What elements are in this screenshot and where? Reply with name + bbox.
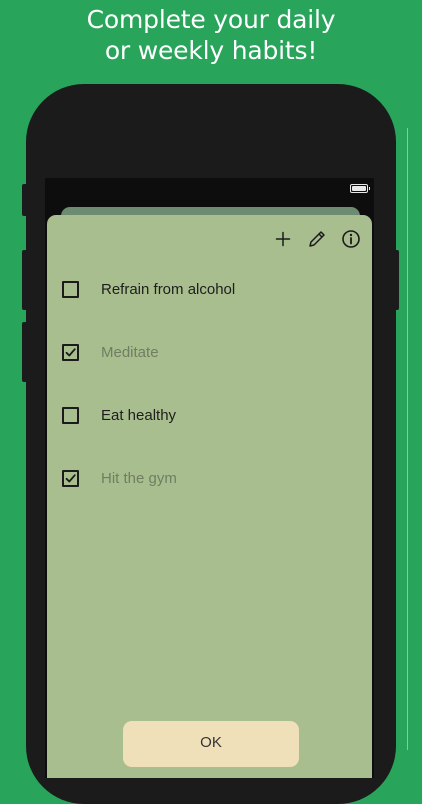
habit-checkbox[interactable] (62, 280, 79, 298)
ok-button[interactable]: OK (123, 721, 299, 767)
habit-row[interactable]: Hit the gym (62, 466, 177, 490)
habit-label: Refrain from alcohol (101, 280, 236, 298)
plus-icon[interactable] (272, 228, 294, 250)
habit-row[interactable]: Eat healthy (62, 403, 176, 427)
headline-line-2: or weekly habits! (104, 36, 318, 65)
sheet-toolbar (272, 228, 362, 250)
decorative-divider (407, 128, 408, 750)
habit-label: Meditate (101, 343, 159, 361)
habit-label: Hit the gym (101, 469, 177, 487)
checkmark-icon (65, 473, 76, 482)
habits-sheet: Refrain from alcohol Meditate Eat health… (47, 215, 372, 778)
promo-headline: Complete your daily or weekly habits! (0, 4, 422, 66)
phone-screen: Refrain from alcohol Meditate Eat health… (45, 178, 374, 778)
habit-row[interactable]: Refrain from alcohol (62, 277, 235, 301)
habit-row[interactable]: Meditate (62, 340, 159, 364)
headline-line-1: Complete your daily (86, 5, 336, 34)
habit-checkbox[interactable] (62, 406, 79, 424)
habit-checkbox[interactable] (62, 343, 79, 361)
pencil-icon[interactable] (306, 228, 328, 250)
info-icon[interactable] (340, 228, 362, 250)
habit-checkbox[interactable] (62, 469, 79, 487)
habit-label: Eat healthy (101, 406, 177, 424)
checkmark-icon (65, 347, 76, 356)
battery-icon (350, 184, 370, 193)
